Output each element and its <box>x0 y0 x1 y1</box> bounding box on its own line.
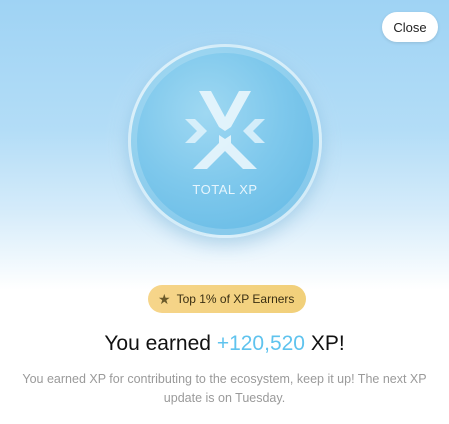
rank-badge: ★ Top 1% of XP Earners <box>148 285 307 313</box>
headline-suffix: XP! <box>305 332 345 355</box>
star-icon: ★ <box>158 291 171 307</box>
badge-label: Top 1% of XP Earners <box>176 292 295 306</box>
logo-icon <box>185 91 265 169</box>
xp-amount: +120,520 <box>216 332 305 355</box>
coin-label: TOTAL XP <box>192 182 258 197</box>
headline-prefix: You earned <box>104 332 217 355</box>
close-button[interactable]: Close <box>382 12 438 42</box>
total-xp-coin: TOTAL XP <box>128 44 322 238</box>
description: You earned XP for contributing to the ec… <box>22 372 427 405</box>
headline: You earned +120,520 XP! <box>0 332 449 356</box>
xp-modal: Close TOTAL XP ★ Top 1% of XP Earners Yo… <box>0 0 449 424</box>
